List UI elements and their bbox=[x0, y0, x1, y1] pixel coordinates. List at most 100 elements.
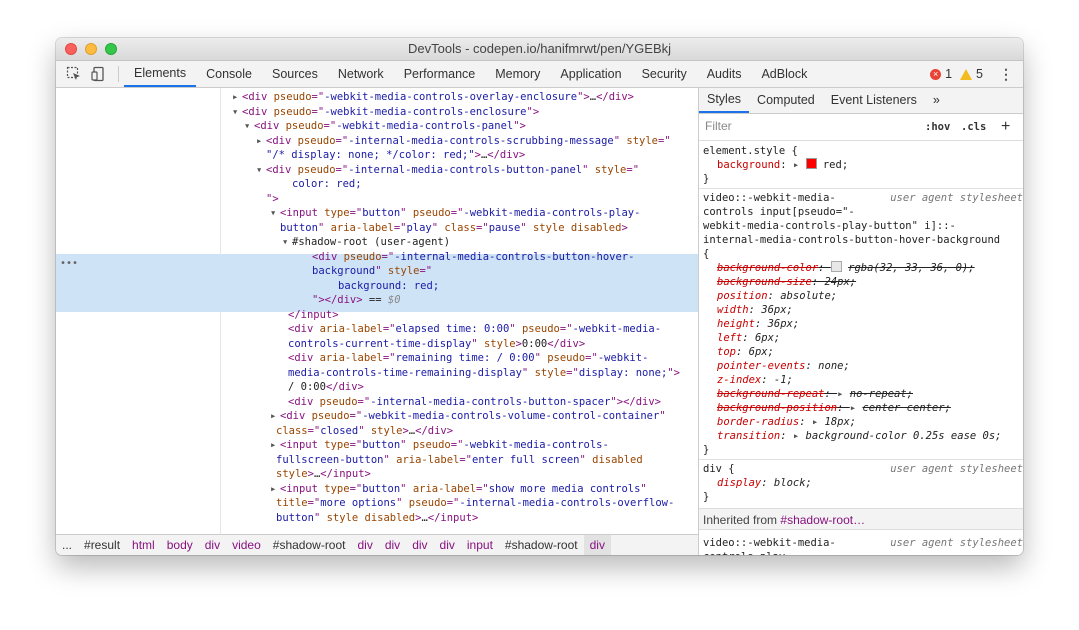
breadcrumb-overflow[interactable]: ... bbox=[56, 535, 78, 555]
breadcrumb-item[interactable]: html bbox=[126, 535, 161, 555]
breadcrumb-item[interactable]: input bbox=[461, 535, 499, 555]
breadcrumb-item[interactable]: #shadow-root bbox=[499, 535, 584, 555]
collapsed-triangle-icon[interactable]: ▸ bbox=[256, 134, 266, 148]
expand-triangle-icon[interactable]: ▸ bbox=[793, 159, 806, 171]
tab-sources[interactable]: Sources bbox=[262, 61, 328, 87]
expanded-triangle-icon[interactable]: ▾ bbox=[232, 105, 242, 119]
style-property[interactable]: background-repeat: ▸ no-repeat; bbox=[717, 387, 1023, 401]
tab-performance[interactable]: Performance bbox=[394, 61, 486, 87]
close-window-button[interactable] bbox=[65, 43, 77, 55]
property-name[interactable]: background-color bbox=[717, 262, 818, 274]
sidebar-tab-styles[interactable]: Styles bbox=[699, 88, 750, 113]
dom-tree-line[interactable]: <div aria-label="remaining time: / 0:00"… bbox=[56, 351, 698, 365]
breadcrumb-item[interactable]: div bbox=[583, 535, 611, 555]
property-name[interactable]: position bbox=[717, 290, 768, 302]
dom-tree-line[interactable]: title="more options" pseudo="-internal-m… bbox=[56, 496, 698, 510]
breadcrumb-item[interactable]: body bbox=[161, 535, 199, 555]
expanded-triangle-icon[interactable]: ▾ bbox=[244, 119, 254, 133]
property-name[interactable]: top bbox=[717, 346, 736, 358]
style-property[interactable]: top: 6px; bbox=[717, 345, 1023, 359]
style-property[interactable]: width: 36px; bbox=[717, 303, 1023, 317]
dom-tree-line[interactable]: controls-current-time-display" style>0:0… bbox=[56, 337, 698, 351]
dom-tree-line[interactable]: ▸ <div pseudo="-webkit-media-controls-ove… bbox=[56, 90, 698, 104]
dom-tree-line[interactable]: ▾ <div pseudo="-internal-media-controls-b… bbox=[56, 163, 698, 177]
property-name[interactable]: height bbox=[717, 318, 755, 330]
breadcrumb-item[interactable]: div bbox=[379, 535, 406, 555]
color-swatch-icon[interactable] bbox=[830, 261, 842, 272]
dom-tree-line[interactable]: class="closed" style>…</div> bbox=[56, 424, 698, 438]
style-property[interactable]: background-color: rgba(32, 33, 36, 0); bbox=[717, 261, 1023, 275]
property-value[interactable]: no-repeat; bbox=[850, 388, 913, 400]
breadcrumb-item[interactable]: div bbox=[406, 535, 433, 555]
expand-triangle-icon[interactable]: ▸ bbox=[793, 430, 806, 442]
dom-tree-line[interactable]: ▸ <input type="button" pseudo="-webkit-me… bbox=[56, 438, 698, 452]
dom-tree-line[interactable]: ▾ <div pseudo="-webkit-media-controls-pan… bbox=[56, 119, 698, 133]
style-property[interactable]: position: absolute; bbox=[717, 289, 1023, 303]
property-value[interactable]: 6px; bbox=[749, 346, 774, 358]
color-swatch-icon[interactable] bbox=[805, 158, 817, 169]
tab-application[interactable]: Application bbox=[550, 61, 631, 87]
property-name[interactable]: width bbox=[717, 304, 749, 316]
collapsed-triangle-icon[interactable]: ▸ bbox=[270, 409, 280, 423]
dom-tree-line[interactable]: ▾ #shadow-root (user-agent) bbox=[56, 235, 698, 249]
expanded-triangle-icon[interactable]: ▾ bbox=[282, 235, 292, 249]
property-value[interactable]: background-color 0.25s ease 0s; bbox=[806, 430, 1002, 442]
property-value[interactable]: none; bbox=[818, 360, 850, 372]
inherited-from-link[interactable]: #shadow-root… bbox=[780, 513, 865, 527]
dom-tree-line[interactable]: ▸ <div pseudo="-internal-media-controls-s… bbox=[56, 134, 698, 148]
sidebar-tab-event-listeners[interactable]: Event Listeners bbox=[823, 88, 925, 113]
style-property[interactable]: height: 36px; bbox=[717, 317, 1023, 331]
property-value[interactable]: -1; bbox=[774, 374, 793, 386]
property-value[interactable]: rgba(32, 33, 36, 0); bbox=[848, 262, 974, 274]
tab-adblock[interactable]: AdBlock bbox=[751, 61, 817, 87]
inspect-element-icon[interactable] bbox=[66, 66, 82, 82]
issue-counters[interactable]: × 1 5 bbox=[930, 61, 983, 87]
dom-tree-line[interactable]: ▸ <div pseudo="-webkit-media-controls-vol… bbox=[56, 409, 698, 423]
dom-tree-line[interactable]: fullscreen-button" aria-label="enter ful… bbox=[56, 453, 698, 467]
collapsed-triangle-icon[interactable]: ▸ bbox=[270, 438, 280, 452]
style-property[interactable]: left: 6px; bbox=[717, 331, 1023, 345]
tab-console[interactable]: Console bbox=[196, 61, 262, 87]
property-name[interactable]: transition bbox=[717, 430, 780, 442]
style-property[interactable]: display: block; bbox=[717, 476, 1023, 490]
tab-security[interactable]: Security bbox=[632, 61, 697, 87]
dom-tree-line[interactable]: / 0:00</div> bbox=[56, 380, 698, 394]
property-value[interactable]: 6px; bbox=[755, 332, 780, 344]
property-value[interactable]: 18px; bbox=[825, 416, 857, 428]
device-toolbar-icon[interactable] bbox=[91, 66, 107, 82]
style-property[interactable]: background-position: ▸ center center; bbox=[717, 401, 1023, 415]
dom-tree-line[interactable]: <div pseudo="-internal-media-controls-bu… bbox=[56, 395, 698, 409]
expand-triangle-icon[interactable]: ▸ bbox=[812, 416, 825, 428]
tab-network[interactable]: Network bbox=[328, 61, 394, 87]
property-value[interactable]: 36px; bbox=[761, 304, 793, 316]
property-name[interactable]: background-repeat bbox=[717, 388, 824, 400]
breadcrumb-item[interactable]: div bbox=[352, 535, 379, 555]
tab-audits[interactable]: Audits bbox=[697, 61, 752, 87]
more-options-icon[interactable]: ⋮ bbox=[999, 61, 1013, 87]
breadcrumb-item[interactable]: div bbox=[199, 535, 226, 555]
property-name[interactable]: border-radius bbox=[717, 416, 799, 428]
dom-tree-line[interactable]: button" style disabled>…</input> bbox=[56, 511, 698, 525]
dom-tree-line[interactable]: background" style=" bbox=[56, 264, 698, 278]
property-name[interactable]: z-index bbox=[717, 374, 761, 386]
property-name[interactable]: background bbox=[717, 159, 780, 171]
property-name[interactable]: pointer-events bbox=[717, 360, 806, 372]
dom-tree-line[interactable]: ▾ <input type="button" pseudo="-webkit-me… bbox=[56, 206, 698, 220]
style-property[interactable]: border-radius: ▸ 18px; bbox=[717, 415, 1023, 429]
style-property[interactable]: transition: ▸ background-color 0.25s eas… bbox=[717, 429, 1023, 443]
dom-tree-line[interactable]: media-controls-time-remaining-display" s… bbox=[56, 366, 698, 380]
dom-tree-line[interactable]: "> bbox=[56, 192, 698, 206]
dom-tree-line[interactable]: <div pseudo="-internal-media-controls-bu… bbox=[56, 250, 698, 264]
collapsed-triangle-icon[interactable]: ▸ bbox=[232, 90, 242, 104]
breadcrumb-item[interactable]: #result bbox=[78, 535, 126, 555]
dom-tree-line[interactable]: "></div> == $0 bbox=[56, 293, 698, 307]
property-value[interactable]: block; bbox=[774, 477, 812, 489]
style-property[interactable]: background: ▸ red; bbox=[717, 158, 1023, 172]
breadcrumb-item[interactable]: div bbox=[434, 535, 461, 555]
dom-tree-line[interactable]: background: red; bbox=[56, 279, 698, 293]
property-name[interactable]: background-position bbox=[717, 402, 837, 414]
breadcrumb-item[interactable]: video bbox=[226, 535, 267, 555]
tab-elements[interactable]: Elements bbox=[124, 61, 197, 87]
style-property[interactable]: z-index: -1; bbox=[717, 373, 1023, 387]
hov-toggle-button[interactable]: :hov bbox=[925, 114, 950, 140]
